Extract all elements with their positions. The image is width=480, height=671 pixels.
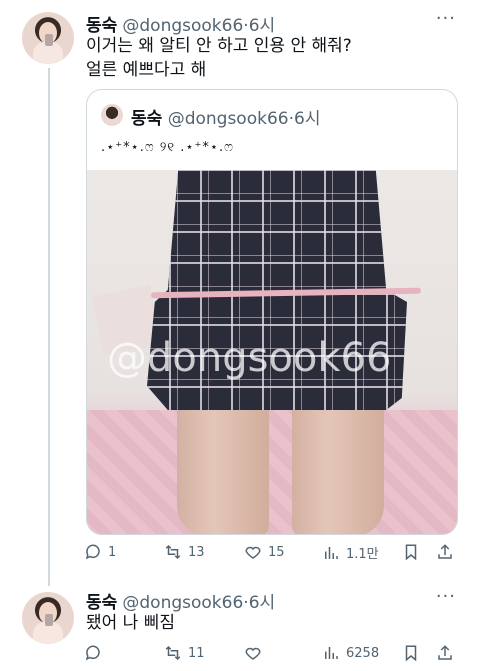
bookmark-icon [405, 645, 417, 662]
photo-leg-left [177, 410, 269, 534]
share-icon [438, 645, 452, 660]
like-button[interactable]: 15 [244, 543, 285, 561]
like-button[interactable] [244, 644, 268, 662]
share-button[interactable] [436, 644, 454, 662]
tweet-actions: 1 13 15 1.1만 [84, 543, 456, 565]
bar-chart-icon [325, 647, 338, 659]
bar-chart-icon [325, 546, 338, 559]
thread-line [48, 68, 50, 586]
retweet-count: 13 [188, 544, 205, 560]
user-handle[interactable]: @dongsook66 [122, 16, 243, 36]
share-icon [438, 544, 452, 559]
share-button[interactable] [436, 543, 454, 561]
retweet-icon [165, 544, 181, 560]
tweet-header: 동숙 @dongsook66·6시 [86, 11, 275, 36]
tweet-text-line-1: 이거는 왜 알티 안 하고 인용 안 해줘? [86, 36, 352, 56]
tweet-actions: 11 6258 [84, 644, 456, 666]
reply-button[interactable] [84, 644, 108, 662]
avatar[interactable] [22, 592, 74, 644]
quote-photo[interactable]: @dongsook66 [87, 170, 457, 534]
retweet-icon [165, 645, 181, 661]
like-count: 15 [268, 544, 285, 560]
quoted-tweet[interactable]: 동숙 @dongsook66·6시 .⋆⁺*⋆.ෆ ୨୧ .⋆⁺*⋆.ෆ @do… [86, 89, 458, 535]
photo-watermark: @dongsook66 [107, 335, 392, 381]
avatar[interactable] [22, 12, 74, 64]
photo-leg-right [292, 410, 384, 534]
reply-icon [85, 645, 100, 661]
timestamp[interactable]: 6시 [249, 593, 275, 613]
tweet-text: 됐어 나 삐짐 [86, 613, 176, 633]
quote-timestamp: 6시 [294, 109, 321, 129]
avatar-phone [45, 614, 53, 626]
user-handle[interactable]: @dongsook66 [122, 593, 243, 613]
heart-icon [245, 546, 261, 559]
quote-avatar [101, 104, 123, 126]
quote-header: 동숙 @dongsook66·6시 [131, 104, 320, 129]
display-name[interactable]: 동숙 [86, 593, 117, 613]
timestamp[interactable]: 6시 [249, 16, 275, 36]
bookmark-icon [405, 544, 417, 561]
bookmark-button[interactable] [402, 644, 420, 662]
tweet-2[interactable]: 동숙 @dongsook66·6시 ··· 됐어 나 삐짐 11 6258 [0, 586, 480, 671]
more-options-icon[interactable]: ··· [436, 8, 456, 29]
views-count: 6258 [346, 645, 380, 661]
reply-count: 1 [108, 544, 117, 560]
reply-icon [85, 544, 100, 560]
tweet-1[interactable]: 동숙 @dongsook66·6시 ··· 이거는 왜 알티 안 하고 인용 안… [0, 0, 480, 590]
display-name[interactable]: 동숙 [86, 16, 117, 36]
tweet-header: 동숙 @dongsook66·6시 [86, 588, 275, 613]
avatar-phone [45, 34, 53, 46]
retweet-button[interactable]: 13 [164, 543, 205, 561]
quote-user-handle: @dongsook66 [167, 109, 289, 129]
views-button[interactable]: 6258 [322, 644, 379, 662]
views-button[interactable]: 1.1만 [322, 543, 379, 562]
heart-icon [245, 647, 261, 660]
more-options-icon[interactable]: ··· [436, 586, 456, 607]
tweet-text-line-2: 얼른 예쁘다고 해 [86, 60, 207, 80]
bookmark-button[interactable] [402, 543, 420, 561]
reply-button[interactable]: 1 [84, 543, 116, 561]
retweet-button[interactable]: 11 [164, 644, 205, 662]
views-count: 1.1만 [346, 547, 379, 562]
quote-display-name: 동숙 [131, 109, 163, 129]
quote-text: .⋆⁺*⋆.ෆ ୨୧ .⋆⁺*⋆.ෆ [101, 140, 234, 155]
photo-bedding [87, 410, 457, 534]
retweet-count: 11 [188, 645, 205, 661]
